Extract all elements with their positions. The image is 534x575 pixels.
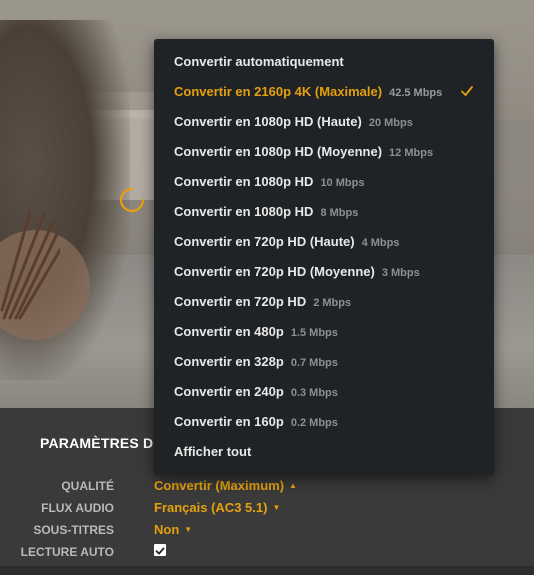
settings-title: PARAMÈTRES DE: [40, 435, 163, 451]
menu-item-label: Convertir en 2160p 4K (Maximale): [174, 84, 383, 99]
audio-label: FLUX AUDIO: [41, 501, 114, 515]
menu-item-328p[interactable]: Convertir en 328p 0.7 Mbps: [174, 352, 338, 372]
subtitles-value: Non: [154, 522, 180, 537]
menu-item-label: Convertir en 720p HD (Haute): [174, 234, 355, 249]
menu-item-bitrate: 3 Mbps: [381, 267, 420, 279]
loading-spinner-icon: [119, 187, 145, 213]
quality-dropdown-menu: Convertir automatiquement Convertir en 2…: [154, 39, 494, 475]
menu-item-label: Convertir en 1080p HD: [174, 204, 314, 219]
menu-item-160p[interactable]: Convertir en 160p 0.2 Mbps: [174, 412, 338, 432]
autoplay-checkbox[interactable]: [154, 544, 166, 556]
menu-item-240p[interactable]: Convertir en 240p 0.3 Mbps: [174, 382, 338, 402]
menu-item-1080p-10[interactable]: Convertir en 1080p HD 10 Mbps: [174, 172, 364, 192]
menu-item-label: Convertir en 1080p HD (Moyenne): [174, 144, 383, 159]
menu-item-label: Convertir automatiquement: [174, 54, 344, 69]
menu-item-auto[interactable]: Convertir automatiquement: [174, 52, 344, 72]
caret-up-icon: ▲: [289, 481, 297, 490]
menu-item-label: Convertir en 720p HD (Moyenne): [174, 264, 375, 279]
caret-down-icon: ▼: [184, 525, 193, 534]
audio-value: Français (AC3 5.1): [154, 500, 268, 515]
menu-item-bitrate: 42.5 Mbps: [389, 87, 443, 99]
menu-item-label: Convertir en 160p: [174, 414, 284, 429]
quality-select[interactable]: Convertir (Maximum) ▲: [154, 478, 297, 493]
menu-item-bitrate: 4 Mbps: [361, 237, 400, 249]
menu-item-label: Convertir en 1080p HD: [174, 174, 314, 189]
menu-item-bitrate: 8 Mbps: [320, 207, 359, 219]
caret-down-icon: ▼: [272, 503, 281, 512]
bottom-bar: [0, 566, 534, 575]
subtitles-select[interactable]: Non ▼: [154, 522, 192, 537]
menu-item-bitrate: 1.5 Mbps: [290, 327, 338, 339]
checkmark-icon: [461, 86, 473, 96]
menu-item-720p-medium[interactable]: Convertir en 720p HD (Moyenne) 3 Mbps: [174, 262, 420, 282]
menu-item-label: Convertir en 480p: [174, 324, 284, 339]
menu-item-label: Afficher tout: [174, 444, 252, 459]
menu-item-1080p-high[interactable]: Convertir en 1080p HD (Haute) 20 Mbps: [174, 112, 413, 132]
menu-item-720p-high[interactable]: Convertir en 720p HD (Haute) 4 Mbps: [174, 232, 400, 252]
menu-item-label: Convertir en 720p HD: [174, 294, 307, 309]
menu-item-bitrate: 10 Mbps: [320, 177, 365, 189]
menu-item-720p[interactable]: Convertir en 720p HD 2 Mbps: [174, 292, 351, 312]
menu-item-bitrate: 0.7 Mbps: [290, 357, 338, 369]
audio-select[interactable]: Français (AC3 5.1) ▼: [154, 500, 280, 515]
menu-item-bitrate: 2 Mbps: [313, 297, 352, 309]
menu-item-1080p-medium[interactable]: Convertir en 1080p HD (Moyenne) 12 Mbps: [174, 142, 433, 162]
menu-item-label: Convertir en 328p: [174, 354, 284, 369]
menu-item-1080p-8[interactable]: Convertir en 1080p HD 8 Mbps: [174, 202, 358, 222]
subtitles-label: SOUS-TITRES: [33, 523, 114, 537]
menu-item-bitrate: 0.3 Mbps: [290, 387, 338, 399]
checkbox-checked-icon: [155, 547, 165, 555]
menu-item-bitrate: 0.2 Mbps: [290, 417, 338, 429]
menu-item-show-all[interactable]: Afficher tout: [174, 442, 251, 462]
player-settings-screen: PARAMÈTRES DE QUALITÉ Convertir (Maximum…: [0, 0, 534, 575]
menu-item-label: Convertir en 240p: [174, 384, 284, 399]
quality-label: QUALITÉ: [61, 479, 114, 493]
video-sticks: [0, 210, 60, 320]
menu-item-480p[interactable]: Convertir en 480p 1.5 Mbps: [174, 322, 338, 342]
menu-item-bitrate: 20 Mbps: [368, 117, 413, 129]
quality-value: Convertir (Maximum): [154, 478, 285, 493]
menu-item-2160p-max[interactable]: Convertir en 2160p 4K (Maximale) 42.5 Mbp…: [174, 82, 442, 102]
autoplay-label: LECTURE AUTO: [20, 545, 114, 559]
menu-item-bitrate: 12 Mbps: [389, 147, 434, 159]
menu-item-label: Convertir en 1080p HD (Haute): [174, 114, 362, 129]
